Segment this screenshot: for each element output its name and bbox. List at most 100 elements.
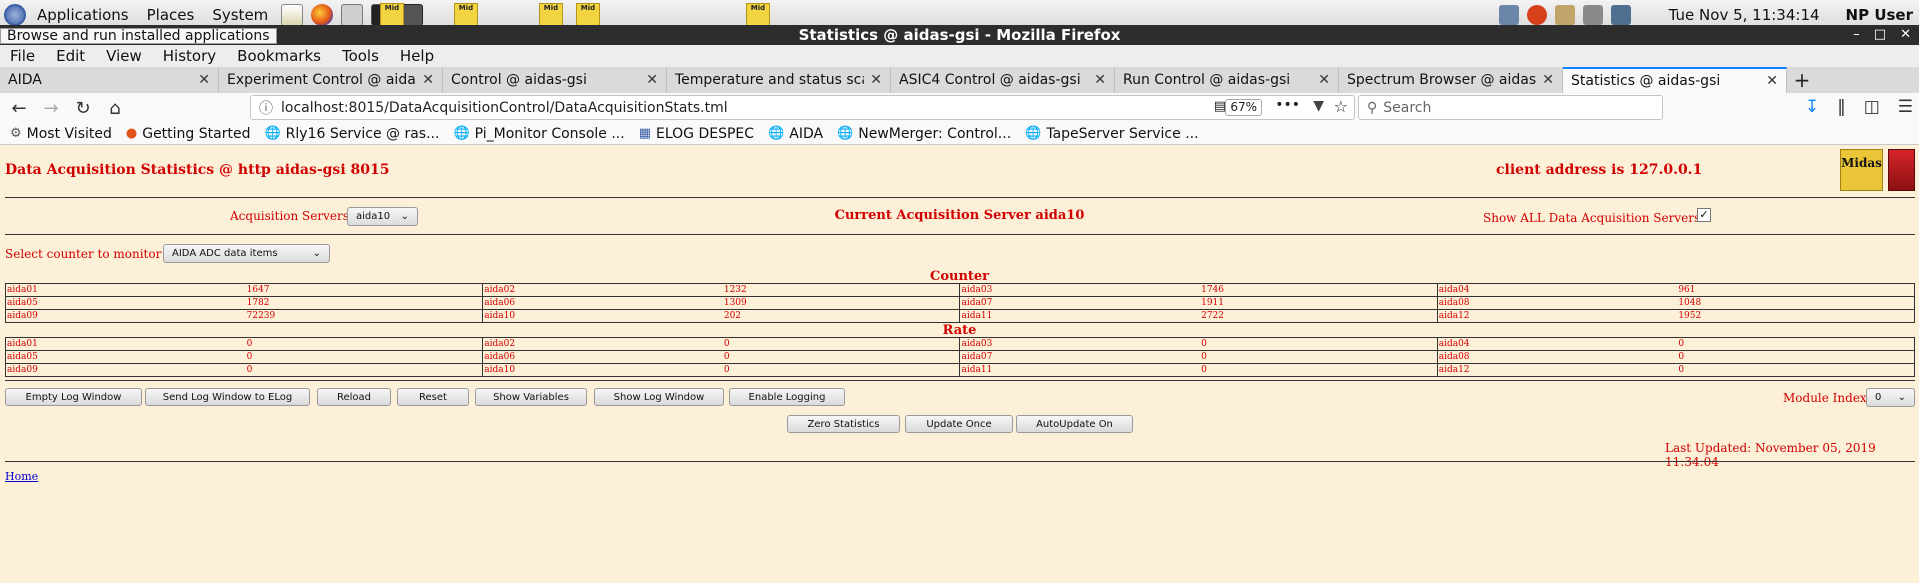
menu-view[interactable]: View — [106, 47, 142, 65]
zoom-level[interactable]: 67% — [1225, 99, 1262, 116]
pocket-icon[interactable]: ▼ — [1313, 98, 1324, 114]
back-icon[interactable]: ← — [6, 95, 32, 121]
menu-tools[interactable]: Tools — [342, 47, 379, 65]
reload-button[interactable]: Reload — [317, 388, 391, 406]
rate-name: aida11 — [959, 363, 1201, 377]
bookmark-star-icon[interactable]: ☆ — [1334, 97, 1348, 116]
reload-icon[interactable]: ↻ — [70, 95, 96, 121]
package-icon[interactable] — [1554, 5, 1575, 25]
forward-icon[interactable]: → — [38, 95, 64, 121]
show-log-window-button[interactable]: Show Log Window — [594, 388, 724, 406]
search-input[interactable]: ⚲ Search — [1358, 95, 1663, 120]
bookmark-aida[interactable]: 🌐 AIDA — [768, 126, 823, 142]
menu-help[interactable]: Help — [400, 47, 434, 65]
bookmark-most-visited[interactable]: ⚙ Most Visited — [10, 126, 112, 142]
bookmark-label: Pi_Monitor Console ... — [474, 125, 625, 142]
url-text[interactable]: localhost:8015/DataAcquisitionControl/Da… — [281, 100, 728, 116]
show-all-checkbox[interactable]: ✓ — [1697, 208, 1711, 222]
tab-control[interactable]: Control @ aidas-gsi ✕ — [443, 67, 667, 93]
bookmark-tapeserver[interactable]: 🌐 TapeServer Service ... — [1025, 126, 1198, 142]
distro-logo-icon[interactable] — [4, 3, 26, 26]
network-icon[interactable] — [1610, 5, 1631, 25]
tab-aida[interactable]: AIDA ✕ — [0, 67, 219, 93]
applications-menu[interactable]: Applications — [28, 6, 138, 24]
clock[interactable]: Tue Nov 5, 11:34:14 — [1669, 6, 1820, 24]
user-menu[interactable]: NP User — [1846, 6, 1913, 24]
url-bar[interactable]: ⓘ localhost:8015/DataAcquisitionControl/… — [250, 95, 1355, 120]
module-index-select[interactable]: 0 ⌄ — [1866, 388, 1915, 407]
sidebar-icon[interactable]: ◫ — [1864, 97, 1880, 117]
tab-statistics[interactable]: Statistics @ aidas-gsi ✕ — [1563, 67, 1787, 93]
screenshot-launcher-icon[interactable] — [401, 3, 424, 26]
bookmark-newmerger[interactable]: 🌐 NewMerger: Control... — [837, 126, 1011, 142]
minimize-icon[interactable]: – — [1853, 25, 1860, 45]
bookmark-getting-started[interactable]: ● Getting Started — [126, 126, 251, 142]
places-menu[interactable]: Places — [138, 6, 204, 24]
menu-history[interactable]: History — [163, 47, 216, 65]
library-icon[interactable]: ‖ — [1837, 97, 1846, 117]
tab-asic4-control[interactable]: ASIC4 Control @ aidas-gsi ✕ — [891, 67, 1115, 93]
counter-value: 961 — [1677, 283, 1916, 297]
bookmark-elog-despec[interactable]: ▦ ELOG DESPEC — [639, 126, 754, 142]
system-menu[interactable]: System — [203, 6, 277, 24]
enable-logging-button[interactable]: Enable Logging — [729, 388, 845, 406]
midas-launcher-icon[interactable]: Mid — [539, 3, 563, 27]
update-once-button[interactable]: Update Once — [905, 415, 1013, 433]
close-icon[interactable]: ✕ — [1900, 25, 1911, 45]
close-tab-icon[interactable]: ✕ — [1318, 72, 1330, 88]
close-tab-icon[interactable]: ✕ — [198, 72, 210, 88]
site-info-icon[interactable]: ⓘ — [259, 98, 273, 118]
menu-file[interactable]: File — [10, 47, 35, 65]
calculator-launcher-icon[interactable] — [341, 3, 364, 26]
zero-statistics-button[interactable]: Zero Statistics — [787, 415, 900, 433]
counter-select[interactable]: AIDA ADC data items ⌄ — [163, 244, 330, 263]
close-tab-icon[interactable]: ✕ — [646, 72, 658, 88]
midas-launcher-icon[interactable]: Mid — [576, 3, 600, 27]
new-tab-icon[interactable]: + — [1787, 67, 1817, 93]
reader-view-icon[interactable]: ▤ — [1214, 99, 1226, 114]
close-tab-icon[interactable]: ✕ — [422, 72, 434, 88]
navigation-toolbar: ← → ↻ ⌂ ⓘ localhost:8015/DataAcquisition… — [0, 93, 1919, 123]
bookmark-pi-monitor[interactable]: 🌐 Pi_Monitor Console ... — [453, 126, 624, 142]
rate-value: 0 — [1677, 350, 1916, 364]
send-log-to-elog-button[interactable]: Send Log Window to ELog — [145, 388, 310, 406]
downloads-icon[interactable]: ↧ — [1805, 97, 1819, 117]
page-title: Data Acquisition Statistics @ http aidas… — [5, 162, 390, 178]
reset-button[interactable]: Reset — [397, 388, 469, 406]
rate-value: 0 — [245, 350, 483, 364]
counter-name: aida10 — [482, 309, 723, 323]
tab-run-control[interactable]: Run Control @ aidas-gsi ✕ — [1115, 67, 1339, 93]
network-monitor-icon[interactable] — [1498, 5, 1519, 25]
close-tab-icon[interactable]: ✕ — [1094, 72, 1106, 88]
midas-launcher-icon[interactable]: Mid — [454, 3, 478, 27]
update-notifier-icon[interactable] — [1526, 5, 1547, 25]
home-icon[interactable]: ⌂ — [102, 95, 128, 121]
autoupdate-button[interactable]: AutoUpdate On — [1016, 415, 1133, 433]
rate-value: 0 — [245, 337, 483, 351]
maximize-icon[interactable]: □ — [1874, 25, 1886, 45]
show-all-label: Show ALL Data Acquisition Servers? — [1483, 211, 1707, 225]
midas-launcher-icon[interactable]: Mid — [746, 3, 770, 27]
tab-temperature-status[interactable]: Temperature and status scan ✕ — [667, 67, 891, 93]
tab-experiment-control[interactable]: Experiment Control @ aidas-gsi ✕ — [219, 67, 443, 93]
show-variables-button[interactable]: Show Variables — [475, 388, 587, 406]
close-tab-icon[interactable]: ✕ — [1542, 72, 1554, 88]
page-actions-icon[interactable]: ••• — [1275, 97, 1300, 113]
empty-log-window-button[interactable]: Empty Log Window — [5, 388, 142, 406]
counter-heading: Counter — [929, 269, 990, 284]
hamburger-menu-icon[interactable]: ☰ — [1898, 97, 1913, 117]
menu-bookmarks[interactable]: Bookmarks — [237, 47, 321, 65]
menu-edit[interactable]: Edit — [56, 47, 85, 65]
close-tab-icon[interactable]: ✕ — [1766, 73, 1778, 89]
volume-icon[interactable] — [1582, 5, 1603, 25]
chevron-down-icon: ⌄ — [312, 248, 321, 259]
midas-launcher-icon[interactable]: Mid — [380, 3, 404, 27]
rate-name: aida06 — [482, 350, 723, 364]
bookmark-rly16[interactable]: 🌐 Rly16 Service @ ras... — [264, 126, 439, 142]
firefox-launcher-icon[interactable] — [311, 3, 334, 26]
close-tab-icon[interactable]: ✕ — [870, 72, 882, 88]
tab-spectrum-browser[interactable]: Spectrum Browser @ aidas-gsi ✕ — [1339, 67, 1563, 93]
home-link[interactable]: Home — [5, 470, 38, 483]
text-editor-launcher-icon[interactable] — [281, 3, 304, 26]
tab-label: AIDA — [8, 72, 42, 88]
